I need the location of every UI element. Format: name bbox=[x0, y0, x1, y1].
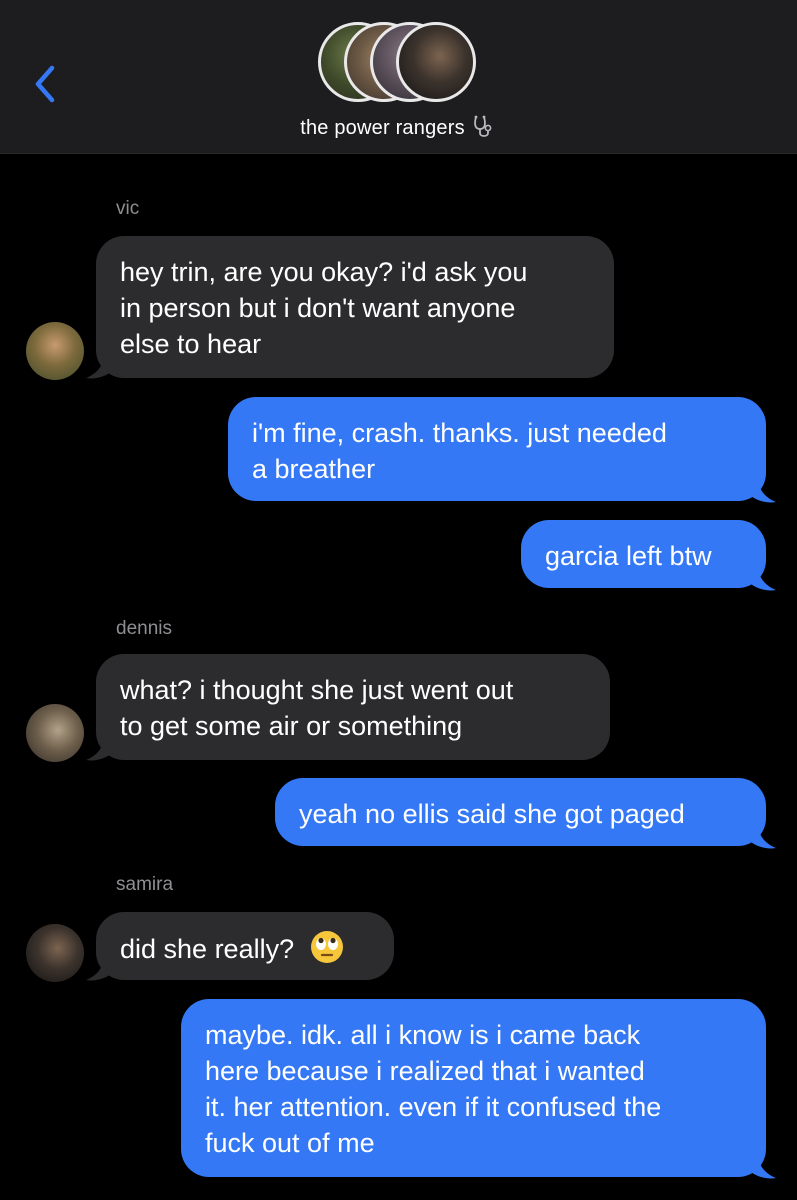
group-avatar-stack[interactable] bbox=[318, 22, 480, 108]
bubble-tail bbox=[86, 956, 116, 981]
message-line: to get some air or something bbox=[120, 711, 463, 741]
message-line: a breather bbox=[252, 454, 376, 484]
group-title-row[interactable]: the power rangers bbox=[0, 114, 797, 140]
avatar-dennis[interactable] bbox=[26, 704, 84, 762]
message-line: did she really? bbox=[120, 934, 295, 964]
message-line: i'm fine, crash. thanks. just needed bbox=[252, 418, 667, 448]
message-line: hey trin, are you okay? i'd ask you bbox=[120, 257, 528, 287]
group-avatar-4 bbox=[396, 22, 476, 102]
sender-name: vic bbox=[116, 198, 140, 219]
message-bubble-outgoing[interactable]: i'm fine, crash. thanks. just needed a b… bbox=[228, 397, 766, 501]
message-bubble-incoming[interactable]: what? i thought she just went out to get… bbox=[96, 654, 610, 760]
bubble-tail bbox=[746, 824, 776, 849]
message-line: maybe. idk. all i know is i came back bbox=[205, 1020, 641, 1050]
message-bubble-incoming[interactable]: hey trin, are you okay? i'd ask you in p… bbox=[96, 236, 614, 378]
bubble-tail bbox=[746, 1154, 776, 1179]
message-line: it. her attention. even if it confused t… bbox=[205, 1092, 662, 1122]
eye-roll-emoji-icon bbox=[310, 931, 343, 963]
message-line: garcia left btw bbox=[545, 541, 712, 571]
group-title: the power rangers bbox=[300, 117, 465, 139]
stethoscope-icon bbox=[473, 115, 492, 137]
message-line: else to hear bbox=[120, 329, 262, 359]
message-line: fuck out of me bbox=[205, 1128, 375, 1158]
message-line: in person but i don't want anyone bbox=[120, 293, 516, 323]
bubble-tail bbox=[746, 478, 776, 503]
avatar-vic[interactable] bbox=[26, 322, 84, 380]
sender-name: dennis bbox=[116, 618, 172, 639]
bubble-tail bbox=[86, 354, 116, 379]
message-bubble-incoming[interactable]: did she really? bbox=[96, 912, 394, 980]
conversation-header: the power rangers bbox=[0, 0, 797, 154]
message-bubble-outgoing[interactable]: maybe. idk. all i know is i came back he… bbox=[181, 999, 766, 1177]
message-bubble-outgoing[interactable]: garcia left btw bbox=[521, 520, 766, 588]
message-line: yeah no ellis said she got paged bbox=[299, 799, 685, 829]
bubble-tail bbox=[746, 566, 776, 591]
message-line: what? i thought she just went out bbox=[120, 675, 514, 705]
sender-name: samira bbox=[116, 874, 174, 895]
back-chevron-icon[interactable] bbox=[28, 62, 64, 106]
avatar-samira[interactable] bbox=[26, 924, 84, 982]
message-line: here because i realized that i wanted bbox=[205, 1056, 645, 1086]
message-bubble-outgoing[interactable]: yeah no ellis said she got paged bbox=[275, 778, 766, 846]
bubble-tail bbox=[86, 736, 116, 761]
